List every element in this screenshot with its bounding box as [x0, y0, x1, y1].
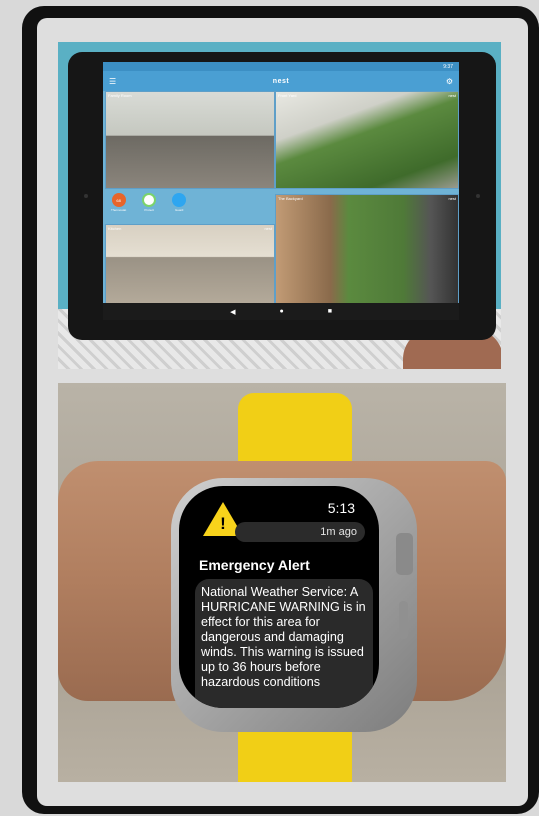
watch-time: 5:13 [327, 500, 355, 516]
protect-button[interactable]: Protect [142, 193, 157, 212]
tablet-camera-dot [84, 194, 88, 198]
hamburger-icon[interactable]: ☰ [109, 77, 116, 86]
shield-icon [172, 193, 187, 207]
tablet-screen: 9:37 ☰ nest ⚙ Family Room Front Yard nes… [103, 62, 459, 320]
nest-logo: nest [448, 196, 456, 201]
quick-action-label: Guard [175, 208, 184, 212]
gear-icon[interactable]: ⚙ [446, 77, 453, 86]
camera-tile-kitchen[interactable]: Kitchen nest [105, 224, 275, 305]
digital-crown[interactable] [396, 533, 413, 575]
quick-action-label: Protect [144, 208, 154, 212]
alert-title: Emergency Alert [199, 557, 310, 573]
thermostat-value: 68 [116, 197, 121, 203]
tablet-sensor-dot [476, 194, 480, 198]
app-bar: ☰ nest ⚙ [103, 71, 459, 91]
nest-logo: nest [264, 226, 272, 231]
app-brand: nest [272, 77, 290, 85]
camera-tile-backyard[interactable]: The Backyard nest [275, 194, 459, 305]
camera-tile-front-yard[interactable]: Front Yard nest [275, 91, 459, 189]
home-icon[interactable]: ● [279, 308, 283, 315]
camera-grid: Family Room Front Yard nest 68 Thermosta… [103, 91, 459, 305]
guard-button[interactable]: Guard [172, 193, 187, 212]
side-button[interactable] [399, 601, 408, 639]
tablet-photo: 9:37 ☰ nest ⚙ Family Room Front Yard nes… [58, 42, 501, 369]
quick-actions: 68 Thermostat Protect Guard [111, 193, 187, 212]
protect-icon [142, 193, 157, 207]
camera-tile-family-room[interactable]: Family Room [105, 91, 275, 189]
tablet-device: 9:37 ☰ nest ⚙ Family Room Front Yard nes… [68, 52, 496, 340]
notification-age: 1m ago [320, 526, 357, 538]
status-bar: 9:37 [103, 62, 459, 71]
quick-action-label: Thermostat [111, 208, 127, 212]
watch-screen: ! 5:13 1m ago Emergency Alert National W… [179, 486, 379, 708]
thermostat-icon: 68 [111, 193, 126, 207]
nest-logo: nest [448, 93, 456, 98]
camera-label: The Backyard [278, 196, 303, 201]
camera-label: Front Yard [278, 93, 297, 98]
recents-icon[interactable]: ■ [328, 308, 332, 315]
thermostat-button[interactable]: 68 Thermostat [111, 193, 126, 212]
alert-body: National Weather Service: A HURRICANE WA… [201, 585, 366, 689]
back-icon[interactable]: ◀ [230, 308, 235, 316]
status-time: 9:37 [443, 63, 453, 70]
exclamation-mark: ! [220, 514, 226, 533]
watch-photo: ! 5:13 1m ago Emergency Alert National W… [58, 383, 506, 782]
camera-label: Family Room [108, 93, 132, 98]
camera-label: Kitchen [108, 226, 122, 231]
android-nav-bar: ◀ ● ■ [103, 303, 459, 320]
